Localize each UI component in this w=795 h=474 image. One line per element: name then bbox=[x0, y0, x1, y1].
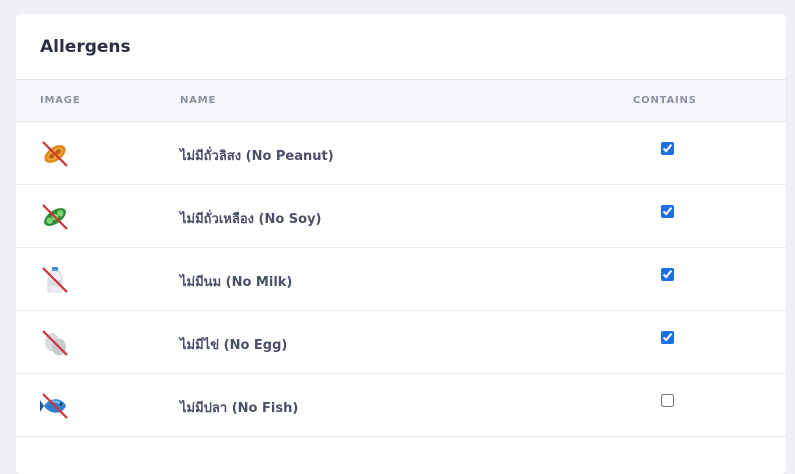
table-row: ไม่มีไข่ (No Egg) bbox=[16, 311, 786, 374]
no-soy-icon bbox=[40, 202, 70, 232]
allergen-name: ไม่มีนม (No Milk) bbox=[180, 275, 293, 290]
contains-checkbox[interactable] bbox=[661, 268, 674, 281]
table-row: ไม่มีปลา (No Fish) bbox=[16, 374, 786, 437]
panel-title: Allergens bbox=[40, 36, 131, 57]
allergens-panel: Allergens IMAGE NAME CONTAINS ไม่มีถั่วล… bbox=[16, 14, 786, 474]
no-egg-icon bbox=[40, 328, 70, 358]
contains-checkbox[interactable] bbox=[661, 142, 674, 155]
panel-header: Allergens bbox=[16, 14, 786, 80]
allergen-name: ไม่มีไข่ (No Egg) bbox=[180, 338, 288, 353]
allergen-name: ไม่มีถั่วเหลือง (No Soy) bbox=[180, 212, 322, 227]
table-header: IMAGE NAME CONTAINS bbox=[16, 80, 786, 122]
contains-checkbox[interactable] bbox=[661, 331, 674, 344]
column-header-image: IMAGE bbox=[40, 95, 81, 106]
table-row: ไม่มีนม (No Milk) bbox=[16, 248, 786, 311]
contains-checkbox[interactable] bbox=[661, 394, 674, 407]
no-fish-icon bbox=[40, 391, 70, 421]
allergen-name: ไม่มีถั่วลิสง (No Peanut) bbox=[180, 149, 334, 164]
table-row: ไม่มีถั่วลิสง (No Peanut) bbox=[16, 122, 786, 185]
no-peanut-icon bbox=[40, 139, 70, 169]
no-milk-icon bbox=[40, 265, 70, 295]
column-header-name: NAME bbox=[180, 95, 217, 106]
table-row: ไม่มีถั่วเหลือง (No Soy) bbox=[16, 185, 786, 248]
contains-checkbox[interactable] bbox=[661, 205, 674, 218]
allergen-name: ไม่มีปลา (No Fish) bbox=[180, 401, 299, 416]
column-header-contains: CONTAINS bbox=[633, 95, 697, 106]
